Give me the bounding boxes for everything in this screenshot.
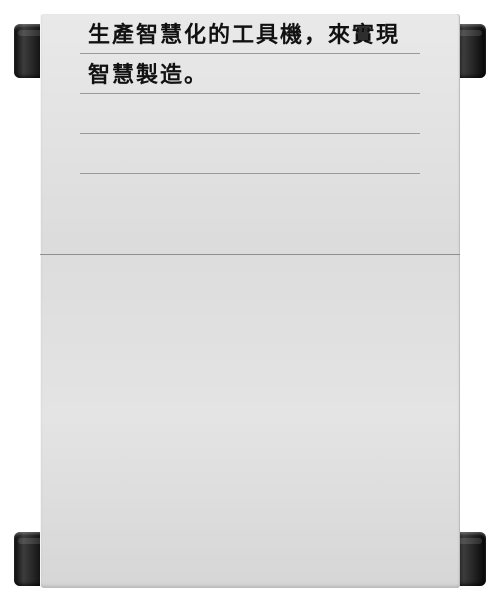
line-text-2: 智慧製造。: [88, 63, 209, 88]
panel-divider: [40, 254, 460, 255]
ruled-text-area: 生產智慧化的工具機，來實現 智慧製造。: [80, 14, 420, 174]
ruled-line-4: [80, 134, 420, 174]
sign-stage: 生產智慧化的工具機，來實現 智慧製造。: [0, 0, 500, 600]
line-text-1: 生產智慧化的工具機，來實現: [88, 23, 401, 48]
ruled-line-3: [80, 94, 420, 134]
sign-panel: 生產智慧化的工具機，來實現 智慧製造。: [40, 14, 460, 588]
ruled-line-1: 生產智慧化的工具機，來實現: [80, 14, 420, 54]
ruled-line-2: 智慧製造。: [80, 54, 420, 94]
